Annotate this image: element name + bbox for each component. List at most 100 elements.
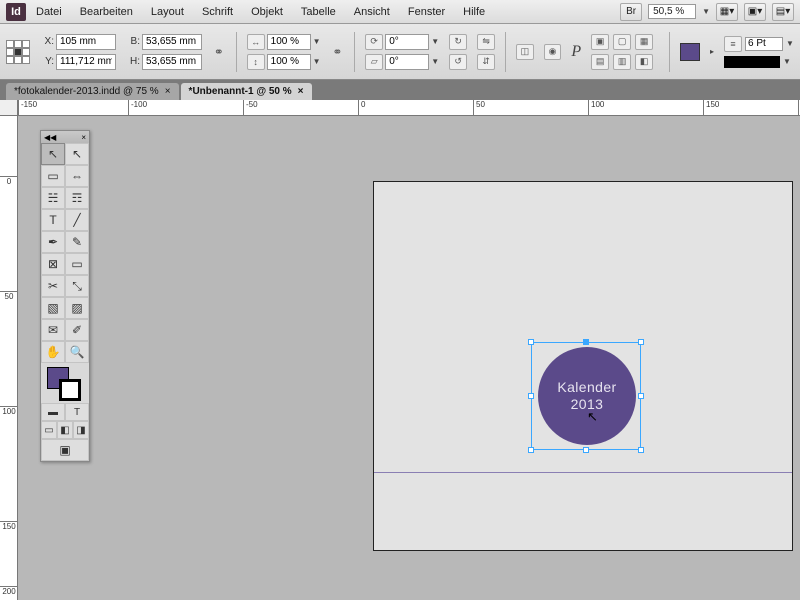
selection-handle[interactable] xyxy=(583,447,589,453)
y-field[interactable] xyxy=(56,54,116,70)
fill-swatch[interactable] xyxy=(680,43,700,61)
scale-x-field[interactable] xyxy=(267,34,311,50)
content-placer-tool-icon[interactable]: ☶ xyxy=(65,187,89,209)
vertical-ruler[interactable]: 0 50 100 150 200 xyxy=(0,116,18,600)
fit-frame-icon[interactable]: ▢ xyxy=(613,34,631,50)
close-icon[interactable]: × xyxy=(298,86,304,97)
reference-point-picker[interactable] xyxy=(6,40,30,64)
page-fold-guide xyxy=(374,472,792,473)
select-container-icon[interactable]: ◫ xyxy=(516,44,534,60)
constrain-wh-icon[interactable]: ⚭ xyxy=(212,45,226,59)
x-field[interactable] xyxy=(56,34,116,50)
scale-y-icon: ↕ xyxy=(247,54,265,70)
width-field[interactable] xyxy=(142,34,202,50)
circle-frame[interactable]: Kalender2013 xyxy=(538,347,636,445)
flip-v-icon[interactable]: ⇵ xyxy=(477,54,495,70)
horizontal-ruler[interactable]: -150 -100 -50 0 50 100 150 200 xyxy=(18,100,800,116)
pasteboard[interactable]: Kalender2013 ↖ xyxy=(18,116,800,600)
x-label: X: xyxy=(40,36,54,47)
screen-mode-button[interactable]: ▣▾ xyxy=(744,3,766,21)
zoom-tool-icon[interactable]: 🔍 xyxy=(65,341,89,363)
fill-proportional-icon[interactable]: ▥ xyxy=(613,54,631,70)
menu-schrift[interactable]: Schrift xyxy=(194,4,241,20)
menu-objekt[interactable]: Objekt xyxy=(243,4,291,20)
menu-datei[interactable]: Datei xyxy=(28,4,70,20)
selection-handle[interactable] xyxy=(638,393,644,399)
tools-panel-header[interactable]: ◀◀× xyxy=(41,131,89,143)
screen-mode-icon[interactable]: ▣ xyxy=(41,439,89,461)
stroke-proxy[interactable] xyxy=(59,379,81,401)
fill-dropdown-icon[interactable]: ▸ xyxy=(710,47,714,56)
document-tab-fotokalender[interactable]: *fotokalender-2013.indd @ 75 % × xyxy=(6,83,179,100)
paragraph-style-icon[interactable]: P xyxy=(571,43,581,61)
shear-field[interactable] xyxy=(385,54,429,70)
close-icon[interactable]: × xyxy=(165,86,171,97)
selection-tool-icon[interactable]: ↖ xyxy=(41,143,65,165)
selection-handle[interactable] xyxy=(528,393,534,399)
scale-y-field[interactable] xyxy=(267,54,311,70)
eyedropper-tool-icon[interactable]: ✐ xyxy=(65,319,89,341)
gap-tool-icon[interactable]: ⇔ xyxy=(65,165,89,187)
selection-bounding-box[interactable]: Kalender2013 ↖ xyxy=(531,342,641,450)
gradient-swatch-tool-icon[interactable]: ▧ xyxy=(41,297,65,319)
flip-h-icon[interactable]: ⇋ xyxy=(477,34,495,50)
height-field[interactable] xyxy=(142,54,202,70)
menu-fenster[interactable]: Fenster xyxy=(400,4,453,20)
selection-handle[interactable] xyxy=(583,339,589,345)
center-content-icon[interactable]: ▦ xyxy=(635,34,653,50)
pen-tool-icon[interactable]: ✒ xyxy=(41,231,65,253)
formatting-text-icon[interactable]: T xyxy=(65,403,89,421)
app-icon: Id xyxy=(6,3,26,21)
bridge-button[interactable]: Br xyxy=(620,3,642,21)
page-spread[interactable]: Kalender2013 ↖ xyxy=(373,181,793,551)
select-content-icon[interactable]: ◉ xyxy=(544,44,562,60)
zoom-level-field[interactable]: 50,5 % xyxy=(648,4,696,19)
note-tool-icon[interactable]: ✉ xyxy=(41,319,65,341)
rotate-field[interactable] xyxy=(385,34,429,50)
rotate-cw-icon[interactable]: ↻ xyxy=(449,34,467,50)
free-transform-tool-icon[interactable]: ⤡ xyxy=(65,275,89,297)
apply-none-icon[interactable]: ▭ xyxy=(41,421,57,439)
content-collector-tool-icon[interactable]: ☵ xyxy=(41,187,65,209)
selection-handle[interactable] xyxy=(528,339,534,345)
constrain-scale-icon[interactable]: ⚭ xyxy=(331,45,345,59)
arrange-documents-button[interactable]: ▤▾ xyxy=(772,3,794,21)
apply-none2-icon[interactable]: ◨ xyxy=(73,421,89,439)
selection-handle[interactable] xyxy=(638,447,644,453)
apply-color-icon[interactable]: ▬ xyxy=(41,403,65,421)
menu-tabelle[interactable]: Tabelle xyxy=(293,4,344,20)
menu-layout[interactable]: Layout xyxy=(143,4,192,20)
direct-selection-tool-icon[interactable]: ↖ xyxy=(65,143,89,165)
page-tool-icon[interactable]: ▭ xyxy=(41,165,65,187)
fit-proportional-icon[interactable]: ▤ xyxy=(591,54,609,70)
selection-handle[interactable] xyxy=(638,339,644,345)
scissors-tool-icon[interactable]: ✂ xyxy=(41,275,65,297)
type-tool-icon[interactable]: T xyxy=(41,209,65,231)
apply-gradient-icon[interactable]: ◧ xyxy=(57,421,73,439)
stroke-style-preview[interactable] xyxy=(724,56,780,68)
hand-tool-icon[interactable]: ✋ xyxy=(41,341,65,363)
document-tab-unbenannt[interactable]: *Unbenannt-1 @ 50 % × xyxy=(181,83,312,100)
tools-panel[interactable]: ◀◀× ↖ ↖ ▭ ⇔ ☵ ☶ T ╱ ✒ ✎ ⊠ ▭ ✂ ⤡ ▧ ▨ ✉ ✐ … xyxy=(40,130,90,462)
view-options-button[interactable]: ▦▾ xyxy=(716,3,738,21)
scale-x-icon: ↔ xyxy=(247,34,265,50)
menu-hilfe[interactable]: Hilfe xyxy=(455,4,493,20)
zoom-dropdown-icon[interactable]: ▼ xyxy=(702,7,710,16)
circle-text: Kalender2013 xyxy=(557,379,616,413)
ruler-origin[interactable] xyxy=(0,100,18,116)
close-icon[interactable]: × xyxy=(81,133,86,142)
fitting-icon-group: ▣ ▢ ▦ ▤ ▥ ◧ xyxy=(591,34,659,70)
auto-fit-icon[interactable]: ◧ xyxy=(635,54,653,70)
selection-handle[interactable] xyxy=(528,447,534,453)
rectangle-tool-icon[interactable]: ▭ xyxy=(65,253,89,275)
menu-bearbeiten[interactable]: Bearbeiten xyxy=(72,4,141,20)
menu-ansicht[interactable]: Ansicht xyxy=(346,4,398,20)
fill-stroke-proxy[interactable] xyxy=(41,363,89,403)
pencil-tool-icon[interactable]: ✎ xyxy=(65,231,89,253)
stroke-weight-field[interactable] xyxy=(745,37,783,51)
rotate-ccw-icon[interactable]: ↺ xyxy=(449,54,467,70)
gradient-feather-tool-icon[interactable]: ▨ xyxy=(65,297,89,319)
rectangle-frame-tool-icon[interactable]: ⊠ xyxy=(41,253,65,275)
fit-content-icon[interactable]: ▣ xyxy=(591,34,609,50)
line-tool-icon[interactable]: ╱ xyxy=(65,209,89,231)
